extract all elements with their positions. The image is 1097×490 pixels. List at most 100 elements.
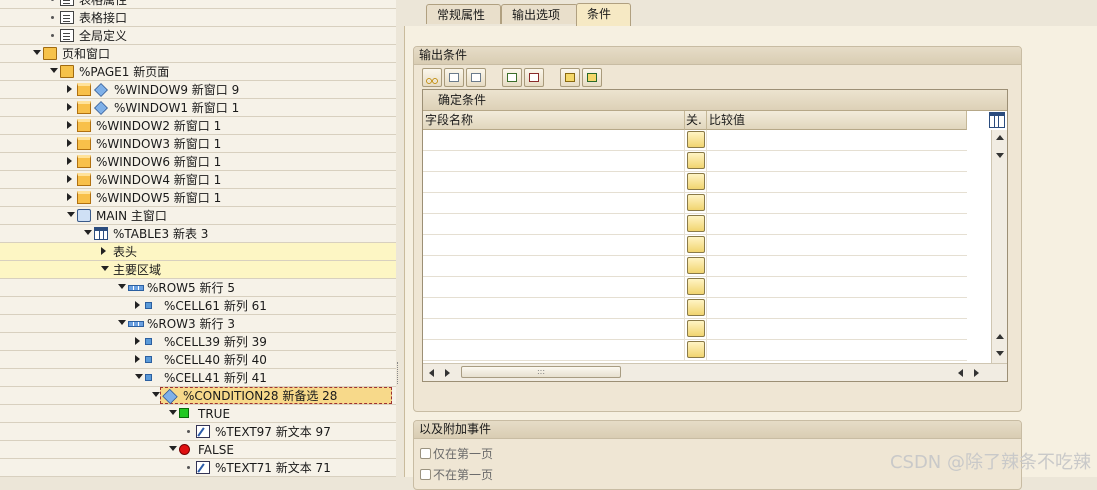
scroll-page-up-icon[interactable]: [996, 334, 1004, 339]
paste-button[interactable]: [466, 68, 486, 87]
operator-select-button[interactable]: [687, 194, 705, 211]
expand-arrow-icon[interactable]: [135, 301, 140, 309]
operator-select-button[interactable]: [687, 299, 705, 316]
table-row[interactable]: [423, 151, 967, 172]
scroll-right-icon[interactable]: [445, 369, 450, 377]
field-name-cell[interactable]: [423, 340, 685, 360]
field-name-cell[interactable]: [423, 172, 685, 192]
tree-node[interactable]: %CELL61 新列 61: [0, 297, 396, 315]
tree-node[interactable]: 表格接口: [0, 9, 396, 27]
tree-node[interactable]: %TEXT71 新文本 71: [0, 459, 396, 477]
collapse-arrow-icon[interactable]: [50, 68, 58, 73]
scroll-page-down-icon[interactable]: [996, 351, 1004, 356]
field-name-cell[interactable]: [423, 235, 685, 255]
expand-arrow-icon[interactable]: [135, 355, 140, 363]
tree-node[interactable]: %ROW5 新行 5: [0, 279, 396, 297]
operator-select-button[interactable]: [687, 131, 705, 148]
collapse-arrow-icon[interactable]: [169, 410, 177, 415]
delete-row-button[interactable]: [524, 68, 544, 87]
operator-select-button[interactable]: [687, 215, 705, 232]
tab-general-attributes[interactable]: 常规属性: [426, 4, 501, 24]
grid-vertical-scrollbar[interactable]: [991, 130, 1007, 363]
field-name-cell[interactable]: [423, 277, 685, 297]
scroll-down-icon[interactable]: [996, 153, 1004, 158]
tab-conditions[interactable]: 条件: [576, 3, 631, 26]
collapse-arrow-icon[interactable]: [118, 284, 126, 289]
copy-button[interactable]: [444, 68, 464, 87]
table-row[interactable]: [423, 319, 967, 340]
collapse-arrow-icon[interactable]: [135, 374, 143, 379]
table-row[interactable]: [423, 340, 967, 361]
scroll-end-right-icon[interactable]: [974, 369, 979, 377]
operator-select-button[interactable]: [687, 341, 705, 358]
operator-select-button[interactable]: [687, 236, 705, 253]
cut-button[interactable]: [422, 68, 442, 87]
table-row[interactable]: [423, 172, 967, 193]
table-row[interactable]: [423, 193, 967, 214]
expand-arrow-icon[interactable]: [101, 247, 106, 255]
collapse-arrow-icon[interactable]: [169, 446, 177, 451]
collapse-arrow-icon[interactable]: [84, 230, 92, 235]
table-row[interactable]: [423, 256, 967, 277]
column-header-field-name[interactable]: 字段名称: [423, 111, 685, 130]
check-button[interactable]: [560, 68, 580, 87]
column-header-compare-value[interactable]: 比较值: [707, 111, 967, 130]
field-name-cell[interactable]: [423, 130, 685, 150]
expand-arrow-icon[interactable]: [67, 121, 72, 129]
field-name-cell[interactable]: [423, 319, 685, 339]
collapse-arrow-icon[interactable]: [152, 392, 160, 397]
tree-node[interactable]: %CONDITION28 新备选 28: [0, 387, 396, 405]
tree-node[interactable]: %CELL41 新列 41: [0, 369, 396, 387]
not-first-page-checkbox[interactable]: [420, 469, 431, 480]
operator-select-button[interactable]: [687, 320, 705, 337]
tree-node[interactable]: 页和窗口: [0, 45, 396, 63]
expand-arrow-icon[interactable]: [67, 103, 72, 111]
condition-editor-button[interactable]: [582, 68, 602, 87]
tree-node[interactable]: %WINDOW4 新窗口 1: [0, 171, 396, 189]
table-row[interactable]: [423, 298, 967, 319]
column-settings-icon[interactable]: [989, 112, 1005, 128]
expand-arrow-icon[interactable]: [67, 175, 72, 183]
tree-node[interactable]: %TABLE3 新表 3: [0, 225, 396, 243]
tree-node[interactable]: %WINDOW5 新窗口 1: [0, 189, 396, 207]
operator-select-button[interactable]: [687, 257, 705, 274]
field-name-cell[interactable]: [423, 256, 685, 276]
tree-node[interactable]: %ROW3 新行 3: [0, 315, 396, 333]
tree-node[interactable]: %WINDOW1 新窗口 1: [0, 99, 396, 117]
field-name-cell[interactable]: [423, 193, 685, 213]
tree-node[interactable]: 表头: [0, 243, 396, 261]
operator-select-button[interactable]: [687, 173, 705, 190]
table-row[interactable]: [423, 214, 967, 235]
expand-arrow-icon[interactable]: [67, 85, 72, 93]
operator-select-button[interactable]: [687, 278, 705, 295]
expand-arrow-icon[interactable]: [67, 139, 72, 147]
collapse-arrow-icon[interactable]: [118, 320, 126, 325]
field-name-cell[interactable]: [423, 214, 685, 234]
column-header-operator[interactable]: 关.: [685, 111, 707, 130]
tree-node[interactable]: %WINDOW2 新窗口 1: [0, 117, 396, 135]
tree-node[interactable]: %TEXT97 新文本 97: [0, 423, 396, 441]
tab-output-options[interactable]: 输出选项: [501, 4, 578, 24]
table-row[interactable]: [423, 235, 967, 256]
tree-node[interactable]: MAIN 主窗口: [0, 207, 396, 225]
scroll-up-icon[interactable]: [996, 135, 1004, 140]
expand-arrow-icon[interactable]: [67, 193, 72, 201]
tree-node[interactable]: %CELL40 新列 40: [0, 351, 396, 369]
scroll-left-icon[interactable]: [429, 369, 434, 377]
tree-node[interactable]: TRUE: [0, 405, 396, 423]
table-row[interactable]: [423, 130, 967, 151]
collapse-arrow-icon[interactable]: [67, 212, 75, 217]
table-row[interactable]: [423, 277, 967, 298]
tree-node[interactable]: %WINDOW9 新窗口 9: [0, 81, 396, 99]
only-first-page-checkbox[interactable]: [420, 448, 431, 459]
collapse-arrow-icon[interactable]: [33, 50, 41, 55]
scroll-end-left-icon[interactable]: [958, 369, 963, 377]
tree-node[interactable]: 全局定义: [0, 27, 396, 45]
insert-row-button[interactable]: [502, 68, 522, 87]
tree-node[interactable]: %WINDOW3 新窗口 1: [0, 135, 396, 153]
expand-arrow-icon[interactable]: [67, 157, 72, 165]
tree-node[interactable]: %CELL39 新列 39: [0, 333, 396, 351]
tree-node[interactable]: FALSE: [0, 441, 396, 459]
field-name-cell[interactable]: [423, 151, 685, 171]
grid-horizontal-scrollbar[interactable]: :::: [423, 363, 1007, 381]
